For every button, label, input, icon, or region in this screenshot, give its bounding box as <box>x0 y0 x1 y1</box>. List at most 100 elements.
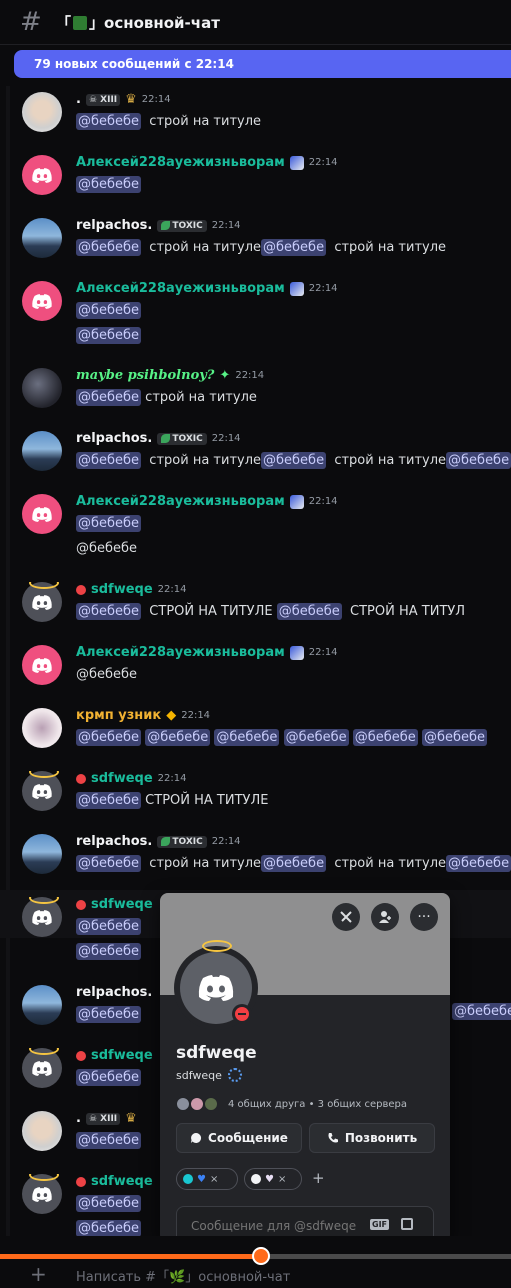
server-tag[interactable]: TOXIC <box>157 219 207 232</box>
timestamp[interactable]: 22:14 <box>181 710 210 721</box>
avatar[interactable] <box>22 1111 62 1151</box>
user-mention[interactable]: @бебебе <box>421 729 487 746</box>
user-mention[interactable]: @бебебе <box>76 452 142 469</box>
message[interactable]: maybe psihbolnoy? ✦ 22:14 @бебебе строй на … <box>0 368 511 423</box>
reaction-chip-blue[interactable]: ♥ × <box>176 1168 238 1190</box>
user-mention[interactable]: @бебебе <box>283 729 349 746</box>
more-options-button[interactable]: ··· <box>410 903 438 931</box>
remove-icon[interactable]: × <box>278 1174 286 1185</box>
author-name[interactable]: . <box>76 1111 81 1126</box>
add-friend-icon[interactable] <box>371 903 399 931</box>
avatar[interactable] <box>22 368 62 408</box>
message-composer-placeholder[interactable]: Написать #「🌿」основной-чат <box>76 1266 290 1285</box>
user-mention[interactable]: @бебебе <box>446 855 511 872</box>
user-mention[interactable]: @бебебе <box>76 176 142 193</box>
author-name[interactable]: sdfweqe <box>91 1048 153 1063</box>
author-name[interactable]: Алексей228ауежизньворам <box>76 281 285 296</box>
author-name[interactable]: Алексей228ауежизньворам <box>76 155 285 170</box>
user-mention[interactable]: @бебебе <box>76 1006 142 1023</box>
message[interactable]: sdfweqe 22:14 @бебебе СТРОЙ НА ТИТУЛЕ <box>0 771 511 826</box>
avatar[interactable] <box>22 708 62 748</box>
timestamp[interactable]: 22:14 <box>309 647 338 658</box>
remove-icon[interactable]: × <box>210 1174 218 1185</box>
message[interactable]: relpachos. TOXIC 22:14 @бебебе строй на тит… <box>0 218 511 273</box>
message-button[interactable]: Сообщение <box>176 1123 302 1153</box>
user-mention[interactable]: @бебебе <box>76 855 142 872</box>
author-name[interactable]: sdfweqe <box>91 582 153 597</box>
avatar[interactable] <box>22 281 62 321</box>
server-tag[interactable]: TOXIC <box>157 432 207 445</box>
user-mention[interactable]: @бебебе <box>352 729 418 746</box>
profile-avatar[interactable] <box>174 940 258 1030</box>
user-mention[interactable]: @бебебе <box>276 603 342 620</box>
user-mention[interactable]: @бебебе <box>76 239 142 256</box>
server-tag[interactable]: ☠ XIII <box>85 93 121 106</box>
author-name[interactable]: relpachos. <box>76 218 152 233</box>
timestamp[interactable]: 22:14 <box>212 220 241 231</box>
user-mention[interactable]: @бебебе <box>261 855 327 872</box>
user-mention[interactable]: @бебебе <box>145 729 211 746</box>
avatar[interactable] <box>22 494 62 534</box>
user-mention[interactable]: @бебебе <box>261 239 327 256</box>
reaction-chip-white[interactable]: ♥ × <box>244 1168 302 1190</box>
author-name[interactable]: relpachos. <box>76 834 152 849</box>
timestamp[interactable]: 22:14 <box>158 584 187 595</box>
avatar[interactable] <box>22 155 62 195</box>
timestamp[interactable]: 22:14 <box>309 157 338 168</box>
timestamp[interactable]: 22:14 <box>309 496 338 507</box>
timestamp[interactable]: 22:14 <box>158 773 187 784</box>
timestamp[interactable]: 22:14 <box>142 94 171 105</box>
timestamp[interactable]: 22:14 <box>309 283 338 294</box>
call-button[interactable]: Позвонить <box>309 1123 435 1153</box>
user-mention[interactable]: @бебебе <box>76 1220 142 1237</box>
message[interactable]: Алексей228ауежизньворам 22:14 @бебебе @бебе… <box>0 281 511 361</box>
message[interactable]: Алексей228ауежизньворам 22:14 @бебебе <box>0 645 511 700</box>
user-mention[interactable]: @бебебе <box>214 729 280 746</box>
user-mention[interactable]: @бебебе <box>261 452 327 469</box>
user-mention[interactable]: @бебебе <box>76 1069 142 1086</box>
author-name[interactable]: relpachos. <box>76 431 152 446</box>
gif-button[interactable]: GIF <box>370 1219 390 1230</box>
user-mention[interactable]: @бебебе <box>76 729 142 746</box>
user-mention[interactable]: @бебебе <box>76 1132 142 1149</box>
author-name[interactable]: . <box>76 92 81 107</box>
avatar[interactable] <box>22 92 62 132</box>
add-reaction-button[interactable]: + <box>312 1169 325 1187</box>
user-mention[interactable]: @бебебе <box>452 1003 511 1020</box>
server-tag[interactable]: TOXIC <box>157 835 207 848</box>
mutual-info[interactable]: 4 общих друга • 3 общих сервера <box>176 1097 407 1111</box>
message[interactable]: Алексей228ауежизньворам 22:14 @бебебе @бебе… <box>0 494 511 574</box>
author-name[interactable]: крмп узник <box>76 708 161 723</box>
avatar[interactable] <box>22 431 62 471</box>
user-mention[interactable]: @бебебе <box>446 452 511 469</box>
new-messages-banner[interactable]: 79 новых сообщений с 22:14 <box>14 50 511 78</box>
timestamp[interactable]: 22:14 <box>212 433 241 444</box>
gift-icon[interactable] <box>401 1218 413 1230</box>
message[interactable]: sdfweqe 22:14 @бебебе СТРОЙ НА ТИТУЛЕ @беб… <box>0 582 511 637</box>
video-scrubber-handle[interactable] <box>251 1247 270 1265</box>
user-mention[interactable]: @бебебе <box>76 515 142 532</box>
avatar[interactable] <box>22 985 62 1025</box>
video-progress-track[interactable] <box>0 1247 511 1265</box>
author-name[interactable]: Алексей228ауежизньворам <box>76 494 285 509</box>
avatar[interactable] <box>22 645 62 685</box>
user-mention[interactable]: @бебебе <box>76 792 142 809</box>
user-mention[interactable]: @бебебе <box>76 327 142 344</box>
user-mention[interactable]: @бебебе <box>76 1195 142 1212</box>
user-mention[interactable]: @бебебе <box>76 389 142 406</box>
block-icon[interactable] <box>332 903 360 931</box>
user-mention[interactable]: @бебебе <box>76 113 142 130</box>
message[interactable]: relpachos. TOXIC 22:14 @бебебе строй на тит… <box>0 834 511 889</box>
avatar[interactable] <box>22 834 62 874</box>
author-name[interactable]: relpachos. <box>76 985 152 1000</box>
user-mention[interactable]: @бебебе <box>76 603 142 620</box>
author-name[interactable]: sdfweqe <box>91 897 153 912</box>
user-mention[interactable]: @бебебе <box>76 918 142 935</box>
server-tag[interactable]: ☠ XIII <box>85 1112 121 1125</box>
avatar[interactable] <box>22 218 62 258</box>
user-mention[interactable]: @бебебе <box>76 943 142 960</box>
message[interactable]: relpachos. TOXIC 22:14 @бебебе строй на тит… <box>0 431 511 486</box>
timestamp[interactable]: 22:14 <box>235 370 264 381</box>
badge-icon[interactable] <box>227 1068 242 1082</box>
message[interactable]: Алексей228ауежизньворам 22:14 @бебебе <box>0 155 511 210</box>
